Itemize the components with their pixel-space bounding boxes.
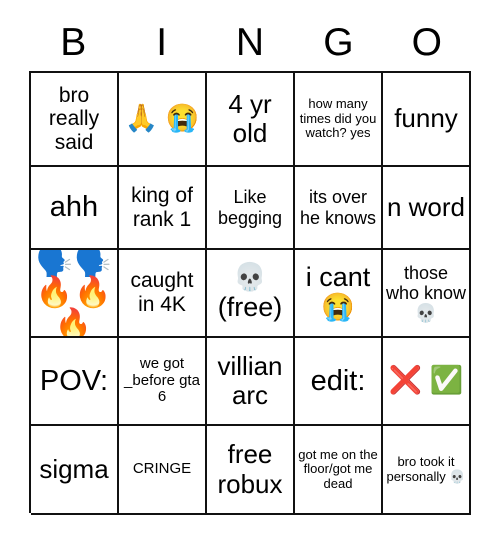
bingo-cell-label: sigma xyxy=(39,453,109,484)
bingo-cell-label: 🗣️🗣️ 🔥🔥 🔥 xyxy=(35,250,113,338)
bingo-cell-label: edit: xyxy=(310,364,366,397)
bingo-cell-label: got me on the floor/got me dead xyxy=(298,446,378,491)
bingo-cell[interactable]: bro really said xyxy=(31,73,119,167)
bingo-cell-label: ❌ ✅ xyxy=(388,365,464,396)
bingo-cell-label: i cant 😭 xyxy=(305,262,371,322)
bingo-cell-label: those who know 💀 xyxy=(385,262,467,324)
bingo-grid: bro really said 🙏 😭 4 yr old how many times… xyxy=(29,71,471,515)
bingo-cell[interactable]: CRINGE xyxy=(119,426,207,515)
bingo-cell-label: funny xyxy=(394,103,458,134)
bingo-cell-label: caught in 4K xyxy=(130,269,194,316)
bingo-cell[interactable]: 4 yr old xyxy=(207,73,295,167)
bingo-cell[interactable]: got me on the floor/got me dead xyxy=(295,426,383,515)
bingo-cell[interactable]: Like begging xyxy=(207,167,295,250)
bingo-cell[interactable]: its over he knows xyxy=(295,167,383,250)
bingo-cell-label: 💀 (free) xyxy=(217,262,283,322)
header-letter-b: B xyxy=(60,21,87,64)
bingo-header: B I N G O xyxy=(29,18,471,68)
bingo-cell[interactable]: bro took it personally 💀 xyxy=(383,426,471,515)
bingo-cell-label: Like begging xyxy=(217,187,283,228)
bingo-cell-label: its over he knows xyxy=(299,187,377,228)
bingo-cell-label: free robux xyxy=(217,439,283,499)
bingo-cell[interactable]: n word xyxy=(383,167,471,250)
bingo-cell[interactable]: caught in 4K xyxy=(119,250,207,338)
bingo-cell-label: king of rank 1 xyxy=(131,183,193,231)
bingo-cell-label: n word xyxy=(386,191,466,222)
bingo-cell[interactable]: 💀 (free) xyxy=(207,250,295,338)
bingo-cell-label: villian arc xyxy=(217,350,283,410)
bingo-cell[interactable]: villian arc xyxy=(207,338,295,426)
bingo-cell[interactable]: free robux xyxy=(207,426,295,515)
bingo-cell[interactable]: ❌ ✅ xyxy=(383,338,471,426)
bingo-cell[interactable]: funny xyxy=(383,73,471,167)
header-letter-i: I xyxy=(156,21,168,64)
bingo-cell[interactable]: how many times did you watch? yes xyxy=(295,73,383,167)
bingo-card: B I N G O bro really said 🙏 😭 4 yr old how … xyxy=(0,0,500,544)
bingo-cell[interactable]: those who know 💀 xyxy=(383,250,471,338)
bingo-cell[interactable]: king of rank 1 xyxy=(119,167,207,250)
bingo-cell-label: ahh xyxy=(49,191,99,224)
header-letter-n: N xyxy=(235,21,265,64)
header-letter-o: O xyxy=(411,21,442,64)
header-letter-g: G xyxy=(323,21,354,64)
bingo-cell-label: how many times did you watch? yes xyxy=(299,96,377,141)
bingo-cell-label: 4 yr old xyxy=(228,88,272,148)
bingo-cell-label: bro took it personally 💀 xyxy=(386,453,466,484)
bingo-cell-label: bro really said xyxy=(48,83,100,154)
bingo-cell[interactable]: POV: xyxy=(31,338,119,426)
bingo-cell[interactable]: edit: xyxy=(295,338,383,426)
bingo-cell[interactable]: sigma xyxy=(31,426,119,515)
bingo-cell-label: 🙏 😭 xyxy=(124,103,200,134)
bingo-cell[interactable]: we got _before gta 6 xyxy=(119,338,207,426)
bingo-cell[interactable]: ahh xyxy=(31,167,119,250)
bingo-cell-label: POV: xyxy=(39,364,109,397)
bingo-cell-label: CRINGE xyxy=(132,460,192,478)
bingo-cell[interactable]: 🙏 😭 xyxy=(119,73,207,167)
bingo-cell-label: we got _before gta 6 xyxy=(124,354,200,406)
bingo-cell[interactable]: i cant 😭 xyxy=(295,250,383,338)
bingo-cell[interactable]: 🗣️🗣️ 🔥🔥 🔥 xyxy=(31,250,119,338)
